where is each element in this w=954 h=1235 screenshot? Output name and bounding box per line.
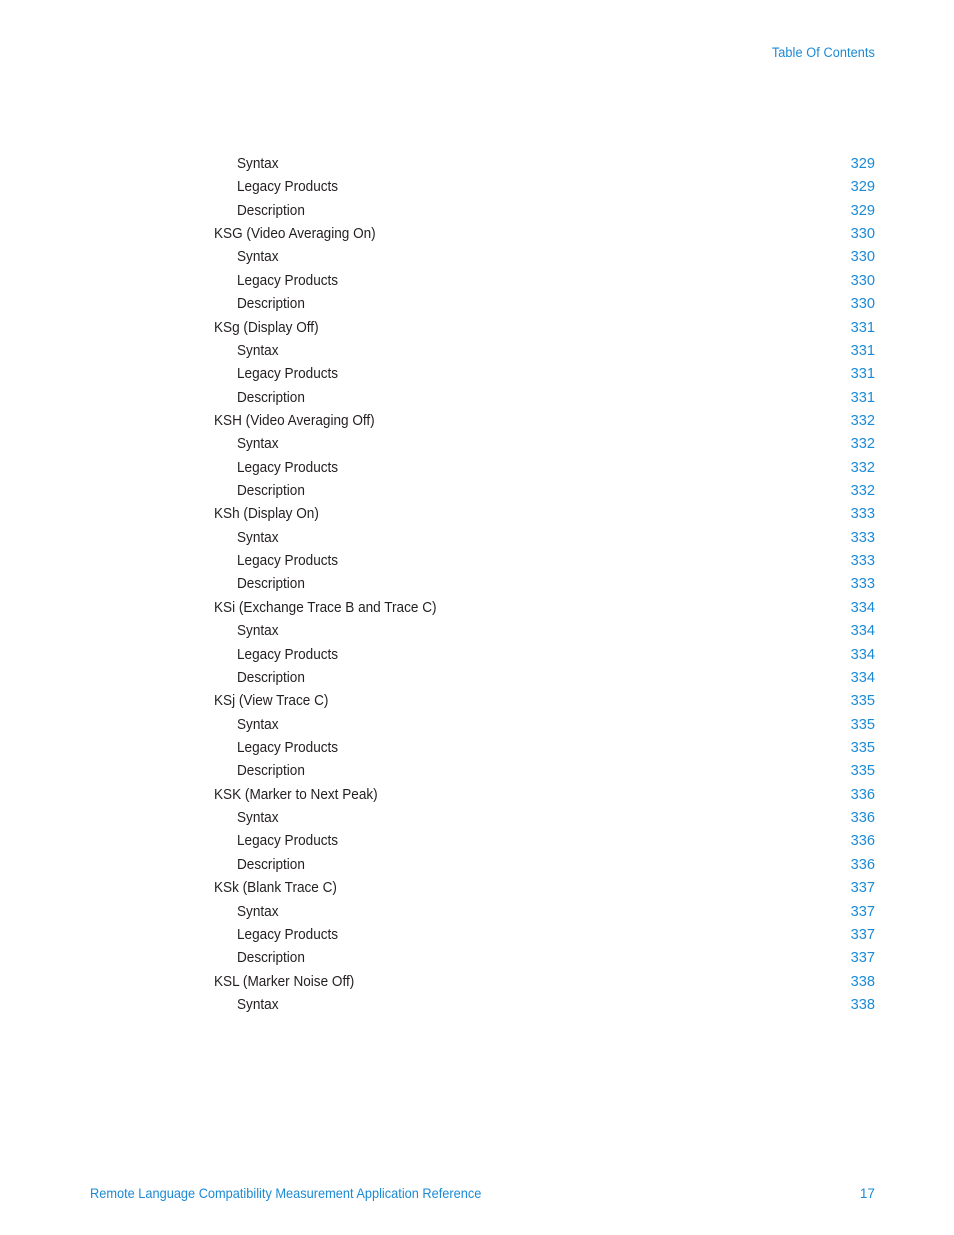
toc-entry[interactable]: KSj (View Trace C) 335 xyxy=(0,691,954,714)
toc-entry[interactable]: Description 337 xyxy=(0,948,954,971)
toc-entry-page-number: 333 xyxy=(850,576,875,593)
table-of-contents-list: Syntax 329 Legacy Products 329 Description 32… xyxy=(0,154,954,1018)
toc-entry[interactable]: Description 333 xyxy=(0,574,954,597)
toc-entry-page-number: 338 xyxy=(850,973,875,990)
toc-entry[interactable]: KSH (Video Averaging Off) 332 xyxy=(0,411,954,434)
toc-entry[interactable]: Legacy Products 333 xyxy=(0,551,954,574)
toc-entry[interactable]: Description 329 xyxy=(0,201,954,224)
toc-entry[interactable]: KSK (Marker to Next Peak) 336 xyxy=(0,785,954,808)
toc-entry-page-number: 335 xyxy=(850,693,875,710)
toc-entry-page-number: 330 xyxy=(850,249,875,266)
footer-page-number: 17 xyxy=(859,1186,875,1201)
toc-entry-page-number: 337 xyxy=(850,950,875,967)
toc-entry[interactable]: Syntax 333 xyxy=(0,528,954,551)
toc-entry-page-number: 336 xyxy=(850,786,875,803)
toc-entry[interactable]: Legacy Products 330 xyxy=(0,271,954,294)
toc-entry-page-number: 331 xyxy=(850,342,875,359)
toc-entry[interactable]: Legacy Products 335 xyxy=(0,738,954,761)
toc-entry-page-number: 330 xyxy=(850,272,875,289)
toc-entry-page-number: 335 xyxy=(850,763,875,780)
toc-entry-page-number: 330 xyxy=(850,296,875,313)
toc-entry[interactable]: Syntax 330 xyxy=(0,247,954,270)
toc-entry[interactable]: Syntax 335 xyxy=(0,715,954,738)
toc-entry-page-number: 333 xyxy=(850,553,875,570)
toc-entry-page-number: 332 xyxy=(850,412,875,429)
toc-entry-page-number: 338 xyxy=(850,996,875,1013)
toc-entry-page-number: 329 xyxy=(850,179,875,196)
toc-entry[interactable]: Syntax 334 xyxy=(0,621,954,644)
toc-entry-page-number: 332 xyxy=(850,483,875,500)
toc-entry-page-number: 334 xyxy=(850,599,875,616)
toc-entry[interactable]: Description 332 xyxy=(0,481,954,504)
toc-entry[interactable]: KSh (Display On) 333 xyxy=(0,504,954,527)
running-footer: Remote Language Compatibility Measuremen… xyxy=(0,1184,954,1204)
toc-entry[interactable]: KSL (Marker Noise Off) 338 xyxy=(0,972,954,995)
toc-entry[interactable]: Description 334 xyxy=(0,668,954,691)
toc-entry[interactable]: Legacy Products 334 xyxy=(0,645,954,668)
toc-entry[interactable]: Description 330 xyxy=(0,294,954,317)
toc-entry-page-number: 337 xyxy=(850,903,875,920)
running-header-title: Table Of Contents xyxy=(771,45,875,60)
toc-entry-page-number: 331 xyxy=(850,319,875,336)
toc-entry-page-number: 334 xyxy=(850,623,875,640)
toc-entry[interactable]: Description 335 xyxy=(0,761,954,784)
toc-entry[interactable]: KSG (Video Averaging On) 330 xyxy=(0,224,954,247)
toc-entry-page-number: 330 xyxy=(850,226,875,243)
toc-entry-page-number: 336 xyxy=(850,833,875,850)
toc-entry[interactable]: KSk (Blank Trace C) 337 xyxy=(0,878,954,901)
toc-entry-page-number: 329 xyxy=(850,202,875,219)
toc-entry[interactable]: Syntax 336 xyxy=(0,808,954,831)
toc-entry-page-number: 333 xyxy=(850,529,875,546)
document-page: Table Of Contents Syntax 329 Legacy Produc… xyxy=(0,0,954,1235)
toc-entry[interactable]: KSg (Display Off) 331 xyxy=(0,318,954,341)
toc-entry-page-number: 332 xyxy=(850,436,875,453)
toc-entry[interactable]: Syntax 338 xyxy=(0,995,954,1018)
toc-entry-page-number: 329 xyxy=(850,156,875,172)
toc-entry[interactable]: Syntax 337 xyxy=(0,902,954,925)
toc-entry-page-number: 333 xyxy=(850,506,875,523)
toc-entry[interactable]: Legacy Products 337 xyxy=(0,925,954,948)
toc-entry[interactable]: KSi (Exchange Trace B and Trace C) 334 xyxy=(0,598,954,621)
toc-entry-page-number: 334 xyxy=(850,646,875,663)
toc-entry[interactable]: Description 331 xyxy=(0,388,954,411)
toc-entry-page-number: 337 xyxy=(850,926,875,943)
toc-entry-page-number: 336 xyxy=(850,810,875,827)
toc-entry-page-number: 337 xyxy=(850,880,875,897)
toc-entry[interactable]: Legacy Products 329 xyxy=(0,177,954,200)
toc-entry[interactable]: Description 336 xyxy=(0,855,954,878)
toc-entry-page-number: 335 xyxy=(850,716,875,733)
toc-entry-page-number: 331 xyxy=(850,389,875,406)
toc-entry-page-number: 331 xyxy=(850,366,875,383)
toc-entry-page-number: 336 xyxy=(850,856,875,873)
toc-entry[interactable]: Syntax 329 xyxy=(0,154,954,177)
toc-entry[interactable]: Legacy Products 332 xyxy=(0,458,954,481)
toc-entry-page-number: 335 xyxy=(850,739,875,756)
toc-entry[interactable]: Syntax 332 xyxy=(0,434,954,457)
toc-entry[interactable]: Legacy Products 331 xyxy=(0,364,954,387)
toc-entry-page-number: 332 xyxy=(850,459,875,476)
toc-entry-page-number: 334 xyxy=(850,669,875,686)
toc-entry[interactable]: Legacy Products 336 xyxy=(0,831,954,854)
toc-entry[interactable]: Syntax 331 xyxy=(0,341,954,364)
